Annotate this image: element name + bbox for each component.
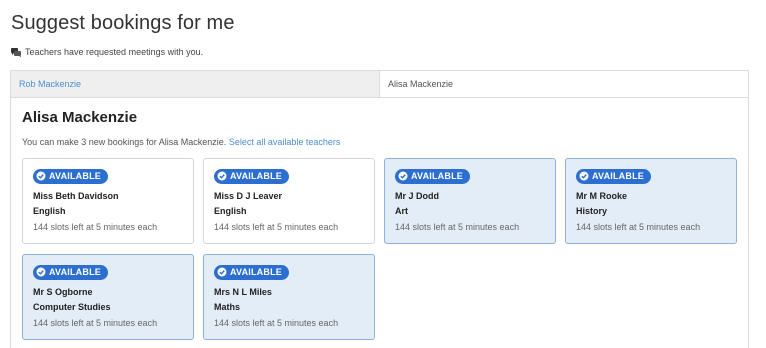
teacher-card[interactable]: AVAILABLE Miss D J Leaver English 144 slots…: [203, 158, 375, 244]
teacher-name: Mr S Ogborne: [33, 287, 93, 297]
availability-status: AVAILABLE: [592, 171, 644, 181]
slots-remaining: 144 slots left at 5 minutes each: [214, 318, 339, 328]
availability-status: AVAILABLE: [230, 267, 282, 277]
check-circle-icon: [398, 171, 408, 181]
availability-badge: AVAILABLE: [214, 168, 289, 184]
teacher-subject: English: [214, 206, 247, 216]
select-all-teachers-link[interactable]: Select all available teachers: [229, 137, 341, 147]
slots-remaining: 144 slots left at 5 minutes each: [214, 222, 339, 232]
tab-rob-mackenzie[interactable]: Rob Mackenzie: [11, 71, 380, 97]
student-panel: Rob Mackenzie Alisa Mackenzie Alisa Mack…: [10, 70, 749, 348]
availability-badge: AVAILABLE: [576, 168, 651, 184]
student-name-heading: Alisa Mackenzie: [22, 109, 138, 126]
availability-badge: AVAILABLE: [33, 168, 108, 184]
teacher-subject: English: [33, 206, 66, 216]
chat-bubbles-icon: [11, 47, 21, 57]
tab-alisa-mackenzie[interactable]: Alisa Mackenzie: [380, 71, 748, 97]
teacher-name: Mr J Dodd: [395, 191, 439, 201]
booking-info: You can make 3 new bookings for Alisa Ma…: [22, 137, 340, 147]
student-tabs: Rob Mackenzie Alisa Mackenzie: [11, 71, 748, 98]
check-circle-icon: [36, 171, 46, 181]
availability-badge: AVAILABLE: [214, 264, 289, 280]
teacher-name: Miss Beth Davidson: [33, 191, 119, 201]
slots-remaining: 144 slots left at 5 minutes each: [576, 222, 701, 232]
teacher-subject: Computer Studies: [33, 302, 111, 312]
teacher-subject: History: [576, 206, 608, 216]
meeting-request-notice: Teachers have requested meetings with yo…: [11, 47, 203, 57]
availability-status: AVAILABLE: [230, 171, 282, 181]
teacher-name: Miss D J Leaver: [214, 191, 283, 201]
page-title: Suggest bookings for me: [11, 12, 235, 34]
check-circle-icon: [217, 267, 227, 277]
availability-status: AVAILABLE: [411, 171, 463, 181]
check-circle-icon: [579, 171, 589, 181]
check-circle-icon: [217, 171, 227, 181]
slots-remaining: 144 slots left at 5 minutes each: [395, 222, 520, 232]
check-circle-icon: [36, 267, 46, 277]
availability-badge: AVAILABLE: [395, 168, 470, 184]
teacher-name: Mr M Rooke: [576, 191, 628, 201]
teacher-card[interactable]: AVAILABLE Mr S Ogborne Computer Studies 144…: [22, 254, 194, 340]
notice-text: Teachers have requested meetings with yo…: [25, 47, 204, 57]
slots-remaining: 144 slots left at 5 minutes each: [33, 318, 158, 328]
teacher-card[interactable]: AVAILABLE Miss Beth Davidson English 144 sl…: [22, 158, 194, 244]
booking-info-text: You can make 3 new bookings for Alisa Ma…: [22, 137, 227, 147]
teacher-name: Mrs N L Miles: [214, 287, 272, 297]
availability-status: AVAILABLE: [49, 267, 101, 277]
teacher-card[interactable]: AVAILABLE Mr J Dodd Art 144 slots left at 5…: [384, 158, 556, 244]
availability-status: AVAILABLE: [49, 171, 101, 181]
teacher-card[interactable]: AVAILABLE Mr M Rooke History 144 slots left…: [565, 158, 737, 244]
teacher-subject: Art: [395, 206, 408, 216]
availability-badge: AVAILABLE: [33, 264, 108, 280]
teacher-subject: Maths: [214, 302, 241, 312]
slots-remaining: 144 slots left at 5 minutes each: [33, 222, 158, 232]
teacher-card[interactable]: AVAILABLE Mrs N L Miles Maths 144 slots lef…: [203, 254, 375, 340]
